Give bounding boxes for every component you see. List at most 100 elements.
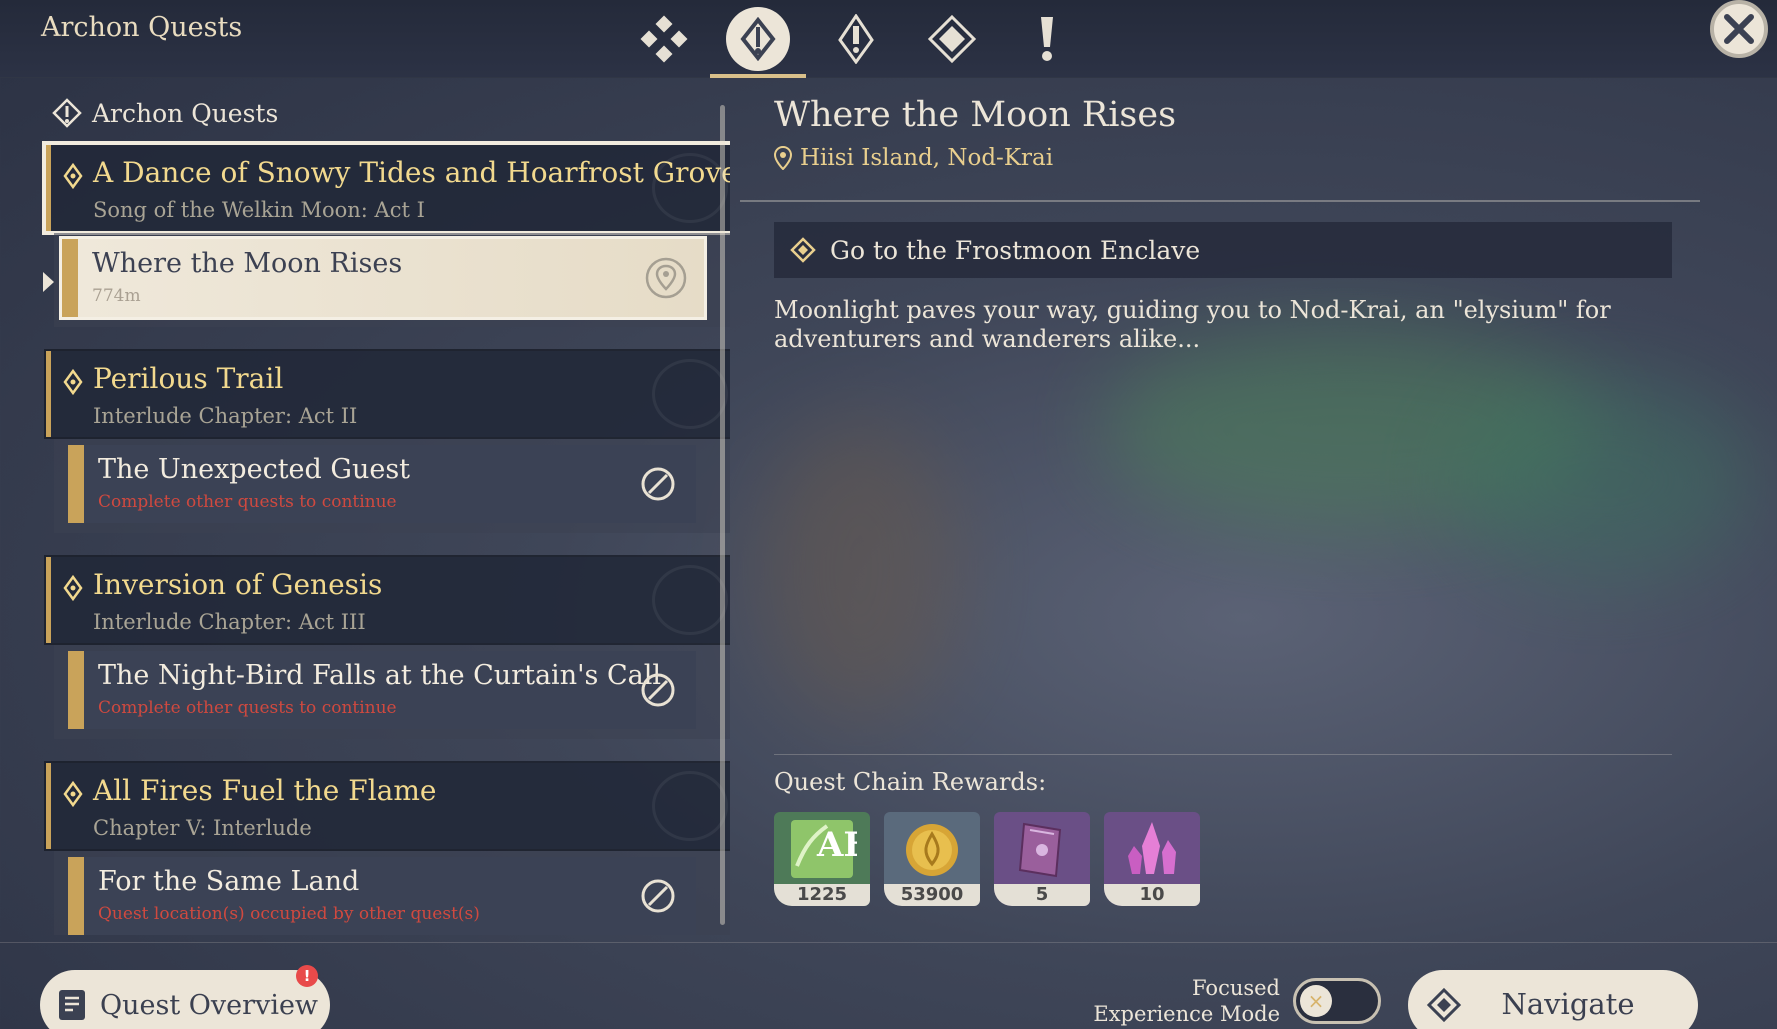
chapter-title: Inversion of Genesis	[93, 568, 383, 601]
quest-objective: Go to the Frostmoon Enclave	[774, 222, 1672, 278]
detail-location: Hiisi Island, Nod-Krai	[774, 145, 1704, 171]
commission-icon	[1041, 17, 1053, 61]
tab-world-quests[interactable]	[904, 0, 1000, 78]
focused-mode-toggle[interactable]: ×	[1293, 978, 1381, 1024]
chapter-item[interactable]: A Dance of Snowy Tides and Hoarfrost Gro…	[46, 145, 730, 231]
mora-coin-icon	[906, 824, 958, 876]
map-pin-icon[interactable]	[644, 256, 688, 300]
story-quest-icon	[838, 14, 874, 64]
reward-item[interactable]: 5	[994, 812, 1090, 906]
chapter-title: A Dance of Snowy Tides and Hoarfrost Gro…	[93, 156, 730, 189]
blocked-icon	[641, 673, 675, 707]
reward-count: 1225	[774, 884, 870, 906]
reward-count: 53900	[884, 884, 980, 906]
close-button[interactable]	[1710, 0, 1768, 58]
chapter-subtitle: Interlude Chapter: Act III	[93, 610, 366, 634]
list-header-label: Archon Quests	[92, 98, 279, 128]
chapter-emblem-icon	[652, 359, 728, 429]
quest-detail: Where the Moon Rises Hiisi Island, Nod-K…	[774, 95, 1704, 171]
toggle-off-icon: ×	[1300, 985, 1332, 1017]
detail-divider	[740, 200, 1700, 202]
rewards-label: Quest Chain Rewards:	[774, 768, 1047, 796]
heros-wit-book-icon	[1018, 822, 1062, 878]
archon-diamond-icon	[63, 163, 83, 189]
chapter-subtitle: Song of the Welkin Moon: Act I	[93, 198, 425, 222]
background-blur	[760, 420, 960, 720]
quest-row: The Unexpected Guest Complete other ques…	[54, 439, 730, 533]
quest-list[interactable]: Archon Quests A Dance of Snowy Tides and…	[40, 95, 730, 935]
notification-badge: !	[296, 965, 318, 987]
quest-title: Where the Moon Rises	[92, 248, 403, 279]
window-title: Archon Quests	[41, 12, 243, 43]
reward-item[interactable]: 53900	[884, 812, 980, 906]
quest-item[interactable]: For the Same Land Quest location(s) occu…	[68, 857, 696, 935]
chapter-title: Perilous Trail	[93, 362, 284, 395]
reward-count: 10	[1104, 884, 1200, 906]
navigate-button[interactable]: Navigate	[1408, 970, 1698, 1029]
archon-diamond-icon	[63, 369, 83, 395]
quest-distance: 774m	[92, 286, 141, 306]
archon-quest-icon	[52, 98, 82, 128]
mystic-crystal-icon	[1128, 822, 1176, 874]
chapter-item[interactable]: Inversion of Genesis Interlude Chapter: …	[46, 557, 730, 643]
top-bar: Archon Quests	[0, 0, 1777, 78]
all-quests-icon	[640, 15, 688, 63]
quest-description: Moonlight paves your way, guiding you to…	[774, 296, 1611, 353]
reward-item[interactable]: 10	[1104, 812, 1200, 906]
tab-archon-quests[interactable]	[710, 0, 806, 78]
blocked-icon	[641, 879, 675, 913]
background-blur	[1100, 330, 1600, 530]
world-quest-icon	[927, 14, 977, 64]
list-header: Archon Quests	[52, 98, 278, 128]
archon-diamond-icon	[63, 781, 83, 807]
chapter-subtitle: Interlude Chapter: Act II	[93, 404, 358, 428]
blocked-icon	[641, 467, 675, 501]
reward-count: 5	[994, 884, 1090, 906]
location-pin-icon	[774, 146, 792, 170]
chapter-emblem-icon	[652, 771, 728, 841]
chapter-emblem-icon	[652, 565, 728, 635]
selection-arrow-icon	[43, 272, 54, 292]
quest-blocked-reason: Complete other quests to continue	[98, 698, 397, 718]
quest-item-active[interactable]: Where the Moon Rises 774m	[62, 239, 704, 317]
location-label: Hiisi Island, Nod-Krai	[800, 145, 1054, 171]
quest-book-icon	[59, 990, 85, 1020]
quest-row: The Night-Bird Falls at the Curtain's Ca…	[54, 645, 730, 739]
quest-blocked-reason: Complete other quests to continue	[98, 492, 397, 512]
rewards-divider	[774, 754, 1672, 755]
close-icon	[1724, 14, 1754, 44]
footer-divider	[0, 942, 1777, 943]
quest-title: The Night-Bird Falls at the Curtain's Ca…	[98, 660, 661, 691]
focused-mode-label-line2: Experience Mode	[1093, 1002, 1280, 1026]
tab-highlight	[726, 7, 790, 71]
navigate-label: Navigate	[1501, 987, 1635, 1021]
quest-blocked-reason: Quest location(s) occupied by other ques…	[98, 904, 480, 924]
chapter-emblem-icon	[652, 153, 728, 223]
chapter-title: All Fires Fuel the Flame	[93, 774, 437, 807]
chapter-item[interactable]: Perilous Trail Interlude Chapter: Act II	[46, 351, 730, 437]
quest-overview-button[interactable]: Quest Overview	[40, 970, 330, 1029]
quest-overview-label: Quest Overview	[100, 989, 319, 1021]
quest-row: Where the Moon Rises 774m	[54, 233, 730, 327]
objective-label: Go to the Frostmoon Enclave	[830, 235, 1201, 265]
list-scrollbar[interactable]	[720, 105, 725, 925]
quest-row: For the Same Land Quest location(s) occu…	[54, 851, 730, 935]
reward-item[interactable]: AE 1225	[774, 812, 870, 906]
archon-quest-icon	[740, 17, 776, 61]
focused-mode-label-line1: Focused	[1192, 976, 1280, 1000]
tab-all-quests[interactable]	[615, 0, 711, 78]
background-blur	[1450, 380, 1750, 580]
svg-text:AE: AE	[816, 825, 857, 865]
quest-item[interactable]: The Unexpected Guest Complete other ques…	[68, 445, 696, 523]
chapter-item[interactable]: All Fires Fuel the Flame Chapter V: Inte…	[46, 763, 730, 849]
quest-item[interactable]: The Night-Bird Falls at the Curtain's Ca…	[68, 651, 696, 729]
objective-diamond-icon	[790, 237, 816, 263]
chapter-subtitle: Chapter V: Interlude	[93, 816, 312, 840]
archon-diamond-icon	[63, 575, 83, 601]
quest-title: The Unexpected Guest	[98, 454, 411, 485]
focused-mode-label: Focused Experience Mode	[1060, 975, 1280, 1027]
detail-title: Where the Moon Rises	[774, 95, 1177, 135]
tab-story-quests[interactable]	[808, 0, 904, 78]
tab-commissions[interactable]	[999, 0, 1095, 78]
quest-title: For the Same Land	[98, 866, 360, 897]
